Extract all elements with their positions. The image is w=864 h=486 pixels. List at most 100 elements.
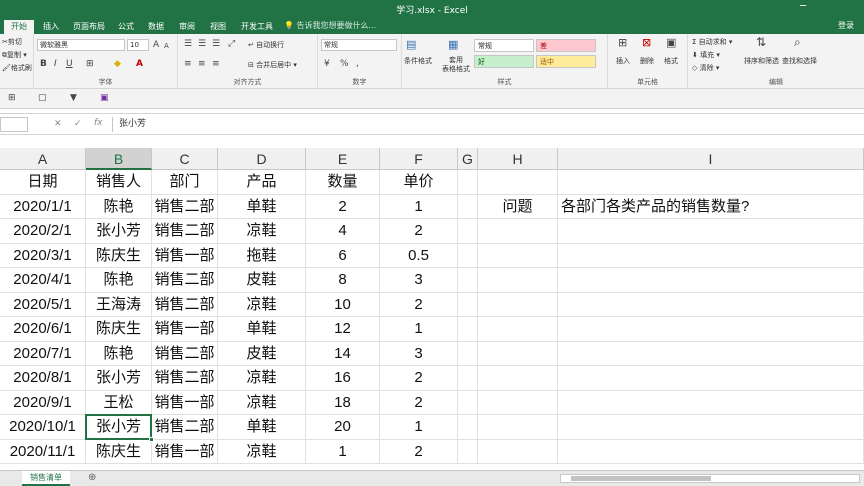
- cell-h2[interactable]: 问题: [478, 194, 558, 219]
- cell-e2[interactable]: 2: [306, 194, 380, 219]
- cell-h4[interactable]: [478, 243, 558, 268]
- cell-a8[interactable]: 2020/7/1: [0, 341, 86, 366]
- sort-filter-button[interactable]: 排序和筛选: [744, 56, 779, 66]
- column-header-f[interactable]: F: [380, 148, 458, 170]
- cell-e4[interactable]: 6: [306, 243, 380, 268]
- underline-icon[interactable]: U: [66, 59, 73, 69]
- cell-f11[interactable]: 1: [380, 415, 458, 440]
- name-box[interactable]: [0, 117, 28, 132]
- fx-icon[interactable]: fx: [94, 118, 103, 128]
- cell-g6[interactable]: [458, 292, 478, 317]
- cell-d4[interactable]: 拖鞋: [218, 243, 306, 268]
- cell-g12[interactable]: [458, 439, 478, 464]
- cell-c10[interactable]: 销售一部: [152, 390, 218, 415]
- tab-data[interactable]: 数据: [141, 20, 171, 34]
- column-header-b[interactable]: B: [86, 148, 152, 170]
- clear-button[interactable]: ◇ 清除 ▾: [692, 63, 719, 73]
- tab-view[interactable]: 视图: [203, 20, 233, 34]
- border-icon[interactable]: ⊞: [86, 59, 94, 69]
- autosum-button[interactable]: Σ 自动求和 ▾: [692, 37, 732, 47]
- increase-font-icon[interactable]: A: [153, 40, 159, 50]
- worksheet-grid[interactable]: 日期 销售人 部门 产品 数量 单价 2020/1/1 陈艳 销售二部 单鞋 2 1 问题 各部门各类产品…: [0, 170, 864, 470]
- filter-icon[interactable]: ▼: [70, 93, 77, 103]
- cell-f6[interactable]: 2: [380, 292, 458, 317]
- cell-h1[interactable]: [478, 170, 558, 195]
- cell-d12[interactable]: 凉鞋: [218, 439, 306, 464]
- cell-b7[interactable]: 陈庆生: [86, 317, 152, 342]
- cell-a4[interactable]: 2020/3/1: [0, 243, 86, 268]
- fill-handle[interactable]: [149, 436, 154, 442]
- add-sheet-button[interactable]: ⊕: [88, 472, 96, 483]
- cell-g11[interactable]: [458, 415, 478, 440]
- format-cells-button[interactable]: 格式: [664, 56, 678, 66]
- column-header-h[interactable]: H: [478, 148, 558, 170]
- align-bottom-icon[interactable]: ☰: [212, 39, 220, 49]
- cell-f7[interactable]: 1: [380, 317, 458, 342]
- cell-e3[interactable]: 4: [306, 219, 380, 244]
- cell-i8[interactable]: [558, 341, 864, 366]
- enter-icon[interactable]: ✓: [74, 119, 82, 129]
- login-link[interactable]: 登录: [838, 20, 854, 31]
- merge-center-button[interactable]: ⊟ 合并后居中 ▾: [248, 60, 297, 70]
- column-header-i[interactable]: I: [558, 148, 864, 170]
- style-good[interactable]: 好: [474, 55, 534, 68]
- cell-c6[interactable]: 销售二部: [152, 292, 218, 317]
- format-painter-button[interactable]: 🖌格式刷: [2, 63, 32, 73]
- cell-a1[interactable]: 日期: [0, 170, 86, 195]
- cell-g9[interactable]: [458, 366, 478, 391]
- cell-g2[interactable]: [458, 194, 478, 219]
- copy-button[interactable]: ⧉复制 ▾: [2, 50, 27, 60]
- cell-c7[interactable]: 销售一部: [152, 317, 218, 342]
- bold-icon[interactable]: B: [40, 59, 47, 69]
- fill-color-icon[interactable]: ◆: [114, 59, 121, 69]
- sheet-tab-sales[interactable]: 销售清单: [22, 471, 70, 486]
- grid-icon[interactable]: ⊞: [8, 93, 16, 103]
- cell-c4[interactable]: 销售一部: [152, 243, 218, 268]
- column-header-e[interactable]: E: [306, 148, 380, 170]
- orientation-icon[interactable]: ⤢: [228, 39, 235, 49]
- cell-b11[interactable]: 张小芳: [86, 415, 152, 440]
- tell-me-box[interactable]: 💡 告诉我您想要做什么...: [284, 20, 376, 31]
- cell-e11[interactable]: 20: [306, 415, 380, 440]
- style-normal[interactable]: 常规: [474, 39, 534, 52]
- cell-d7[interactable]: 单鞋: [218, 317, 306, 342]
- cell-g8[interactable]: [458, 341, 478, 366]
- cell-g10[interactable]: [458, 390, 478, 415]
- cell-a5[interactable]: 2020/4/1: [0, 268, 86, 293]
- tab-developer[interactable]: 开发工具: [234, 20, 280, 34]
- cell-d11[interactable]: 单鞋: [218, 415, 306, 440]
- cell-g3[interactable]: [458, 219, 478, 244]
- find-select-button[interactable]: 查找和选择: [782, 56, 817, 66]
- formula-input[interactable]: 张小芳: [112, 117, 864, 132]
- cell-f10[interactable]: 2: [380, 390, 458, 415]
- cell-i11[interactable]: [558, 415, 864, 440]
- insert-cells-button[interactable]: 插入: [616, 56, 630, 66]
- decrease-font-icon[interactable]: A: [164, 41, 169, 51]
- tab-insert[interactable]: 插入: [36, 20, 66, 34]
- align-middle-icon[interactable]: ☰: [198, 39, 206, 49]
- style-neutral[interactable]: 适中: [536, 55, 596, 68]
- cell-a6[interactable]: 2020/5/1: [0, 292, 86, 317]
- column-header-d[interactable]: D: [218, 148, 306, 170]
- cell-c8[interactable]: 销售二部: [152, 341, 218, 366]
- cell-d8[interactable]: 皮鞋: [218, 341, 306, 366]
- cell-e1[interactable]: 数量: [306, 170, 380, 195]
- cell-a12[interactable]: 2020/11/1: [0, 439, 86, 464]
- cell-d3[interactable]: 凉鞋: [218, 219, 306, 244]
- cell-c12[interactable]: 销售一部: [152, 439, 218, 464]
- cell-f5[interactable]: 3: [380, 268, 458, 293]
- cell-e7[interactable]: 12: [306, 317, 380, 342]
- wrap-text-button[interactable]: ↵ 自动换行: [248, 40, 284, 50]
- cancel-icon[interactable]: ✕: [54, 119, 62, 129]
- delete-cells-button[interactable]: 删除: [640, 56, 654, 66]
- cell-g1[interactable]: [458, 170, 478, 195]
- cell-f3[interactable]: 2: [380, 219, 458, 244]
- cell-b1[interactable]: 销售人: [86, 170, 152, 195]
- cell-e9[interactable]: 16: [306, 366, 380, 391]
- cell-b6[interactable]: 王海涛: [86, 292, 152, 317]
- cell-c2[interactable]: 销售二部: [152, 194, 218, 219]
- cell-d9[interactable]: 凉鞋: [218, 366, 306, 391]
- cell-h7[interactable]: [478, 317, 558, 342]
- cell-e12[interactable]: 1: [306, 439, 380, 464]
- cell-c9[interactable]: 销售二部: [152, 366, 218, 391]
